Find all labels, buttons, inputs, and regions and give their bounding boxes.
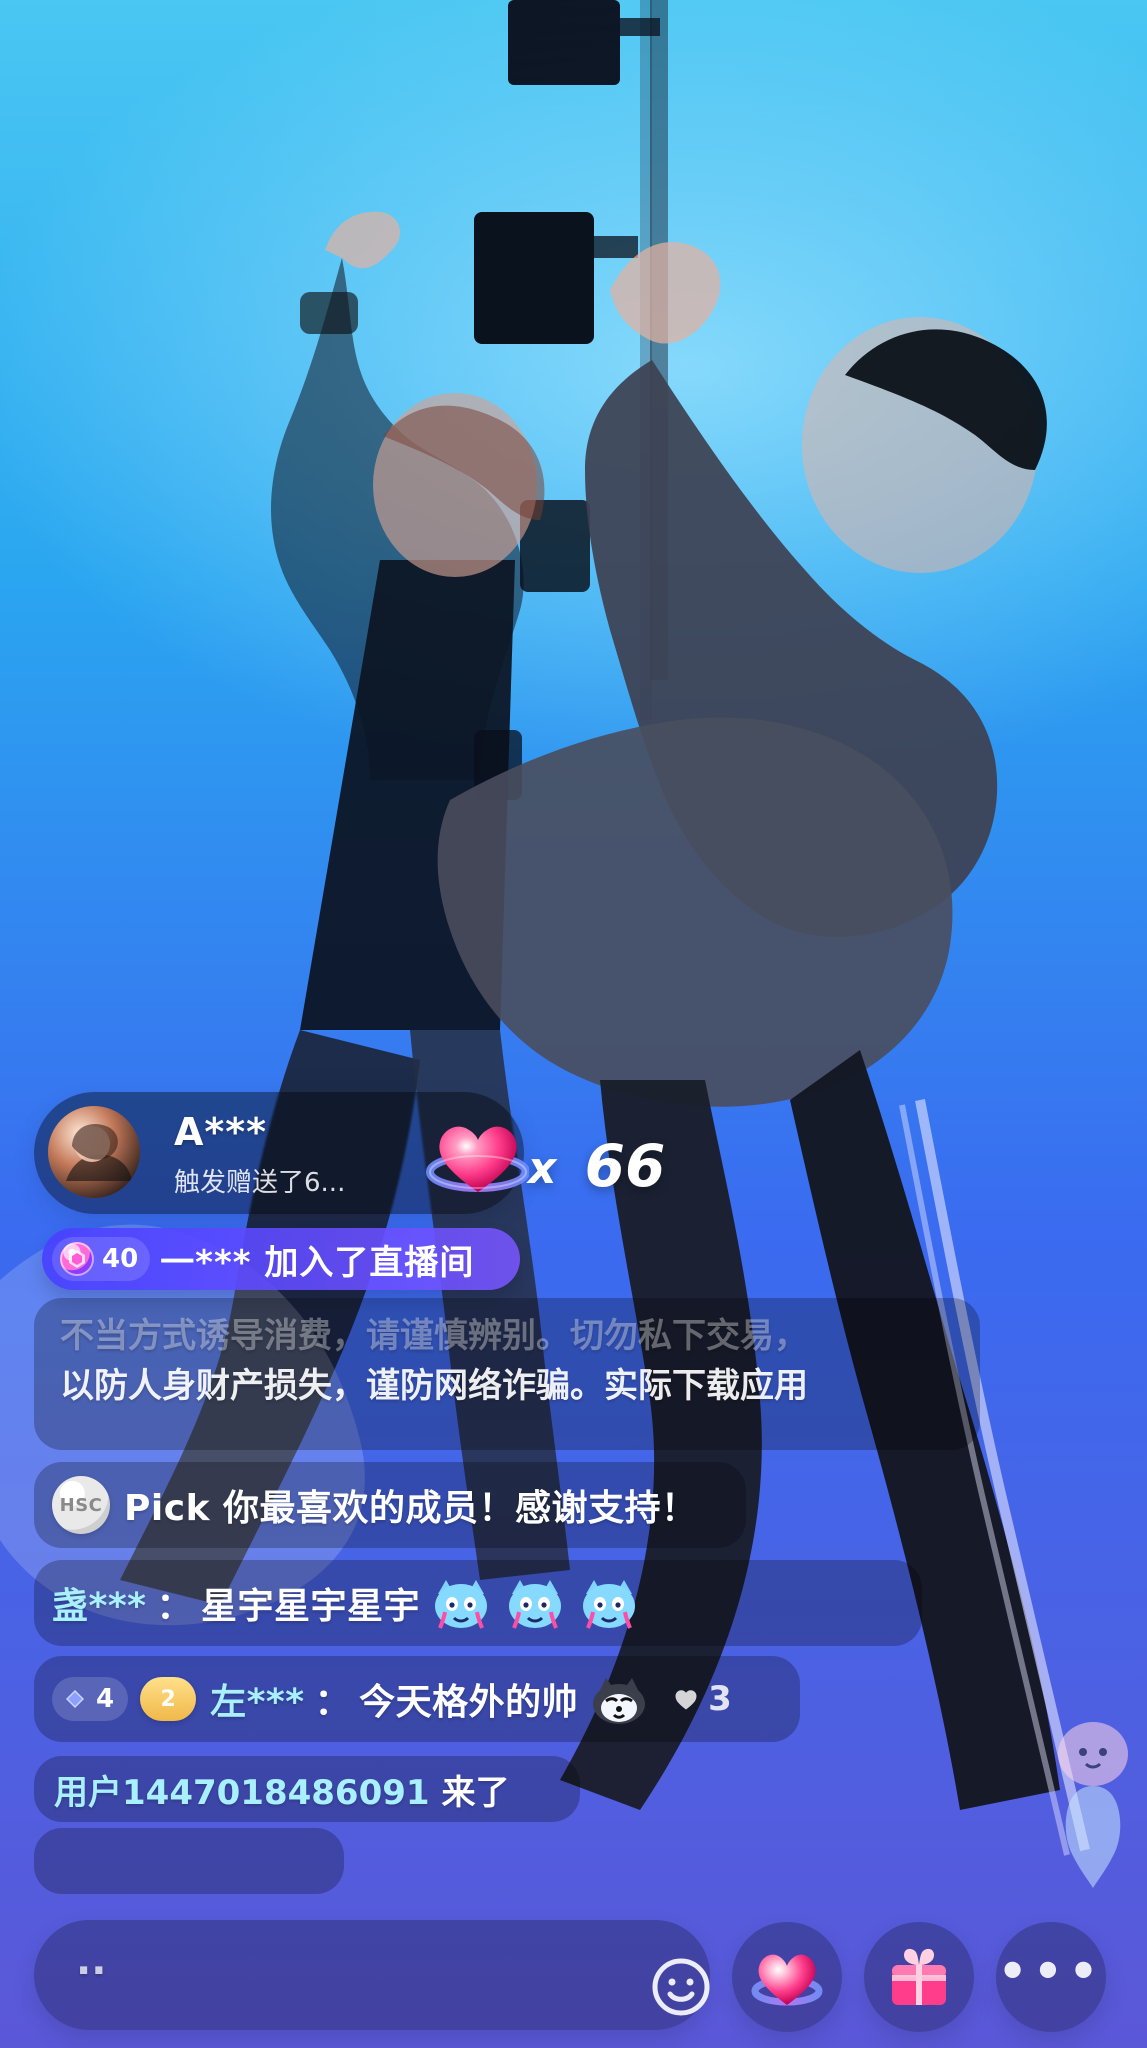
emoji-icon: [652, 1958, 710, 2016]
gift-button[interactable]: [864, 1922, 974, 2032]
studio-light-2: [474, 212, 638, 344]
notice-line-1: 不当方式诱导消费，请谨慎辨别。切勿私下交易，: [60, 1316, 808, 1356]
like-count-value: 3: [708, 1679, 732, 1719]
notice-box: 不当方式诱导消费，请谨慎辨别。切勿私下交易， 以防人身财产损失，谨防网络诈骗。实…: [34, 1298, 980, 1450]
bottom-bar: .. •••: [0, 1908, 1147, 2048]
like-count[interactable]: 3: [672, 1679, 732, 1719]
chat-message-text: 今天格外的帅: [359, 1682, 579, 1723]
crying-cat-emoji-icon: [509, 1580, 562, 1629]
hsc-badge: HSC: [52, 1476, 110, 1534]
system-username[interactable]: 用户1447018486091: [54, 1765, 430, 1814]
crying-cat-emoji-icon: [583, 1580, 636, 1629]
emoji-button[interactable]: [638, 1944, 724, 2030]
level-badge: 40: [52, 1237, 151, 1281]
gift-multiplier: x 66: [528, 1132, 665, 1200]
husky-emoji-icon: [593, 1678, 646, 1724]
diamond-icon: [66, 1690, 84, 1708]
chat-username[interactable]: 盏***: [52, 1577, 146, 1629]
studio-light-1: [508, 0, 660, 85]
comment-input[interactable]: ..: [34, 1920, 710, 2030]
live-stream-stage: A*** 触发赠送了6... x 66 40 一*** 加入了直播间 不当方式诱…: [0, 0, 1147, 2048]
multiplier-prefix: x: [528, 1143, 557, 1194]
gift-banner: A*** 触发赠送了6...: [34, 1092, 529, 1214]
join-text: 一*** 加入了直播间: [160, 1242, 475, 1283]
chat-message: HSC Pick 你最喜欢的成员！感谢支持！: [34, 1462, 746, 1548]
chat-message: 盏*** ： 星宇星宇星宇: [34, 1560, 922, 1646]
multiplier-value: 66: [584, 1132, 666, 1200]
heart-button[interactable]: [732, 1922, 842, 2032]
more-button-label: •••: [997, 1944, 1105, 1998]
level-number: 40: [102, 1244, 139, 1274]
notice-line-2: 以防人身财产损失，谨防网络诈骗。实际下载应用: [60, 1366, 808, 1406]
heart-icon: [751, 1954, 823, 2006]
crying-cat-emoji-icon: [435, 1580, 488, 1629]
chat-colon: ：: [314, 1682, 352, 1723]
level-badge-icon: [60, 1242, 94, 1276]
more-button[interactable]: •••: [996, 1922, 1106, 2032]
message-placeholder: [34, 1828, 344, 1894]
gold-value: 2: [160, 1686, 176, 1712]
chat-message: 4 2 左*** ： 今天格外的帅 3: [34, 1656, 800, 1742]
comment-input-text: ..: [76, 1938, 107, 1984]
avatar[interactable]: [48, 1106, 140, 1198]
hsc-badge-text: HSC: [59, 1494, 103, 1516]
heart-icon: [675, 1690, 697, 1710]
avatar-icon: [48, 1106, 140, 1198]
chat-username[interactable]: 左***: [210, 1673, 304, 1725]
gift-icon: [892, 1948, 946, 2005]
chat-colon: ：: [156, 1586, 193, 1627]
chat-message-text: 星宇星宇星宇: [201, 1586, 421, 1627]
diamond-value: 4: [96, 1684, 115, 1714]
system-message: 用户1447018486091 来了: [34, 1756, 580, 1822]
join-event-chip: 40 一*** 加入了直播间: [42, 1228, 520, 1290]
system-action: 来了: [441, 1772, 510, 1813]
gift-sender-name: A***: [174, 1110, 268, 1154]
mascot-sticker-icon: [1058, 1722, 1128, 1888]
gold-badge: 2: [140, 1677, 197, 1721]
gift-description: 触发赠送了6...: [174, 1168, 346, 1198]
chat-message-text: Pick 你最喜欢的成员！感谢支持！: [124, 1488, 698, 1529]
heart-gift-icon: [426, 1126, 529, 1192]
diamond-badge: 4: [52, 1677, 129, 1721]
